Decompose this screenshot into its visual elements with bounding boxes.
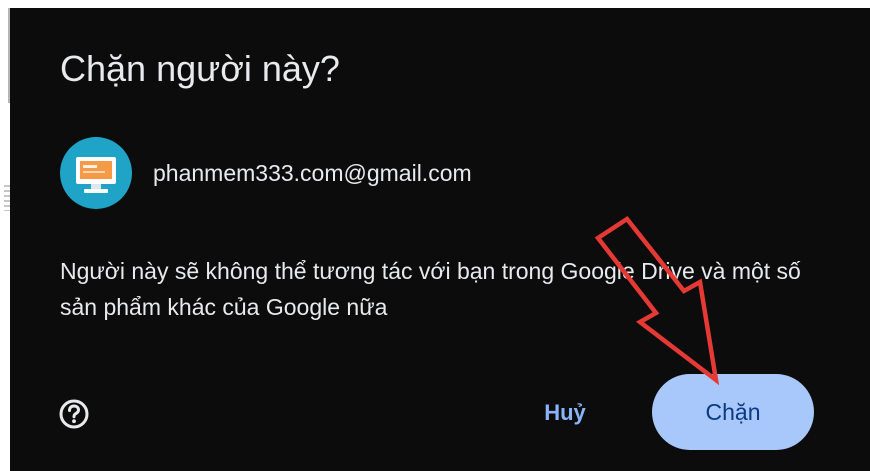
screenshot-stage: Chặn người này? phanmem333.com@gmail.com… [0,0,870,471]
account-email: phanmem333.com@gmail.com [153,159,472,186]
help-circle-icon[interactable] [58,398,90,430]
dialog-description: Người này sẽ không thể tương tác với bạn… [60,258,801,320]
block-button[interactable]: Chặn [652,374,814,450]
computer-monitor-icon [60,137,132,209]
block-user-dialog: Chặn người này? phanmem333.com@gmail.com… [10,8,870,471]
cancel-button[interactable]: Huỷ [525,390,605,436]
account-row: phanmem333.com@gmail.com [60,137,472,209]
dialog-title: Chặn người này? [60,48,340,89]
